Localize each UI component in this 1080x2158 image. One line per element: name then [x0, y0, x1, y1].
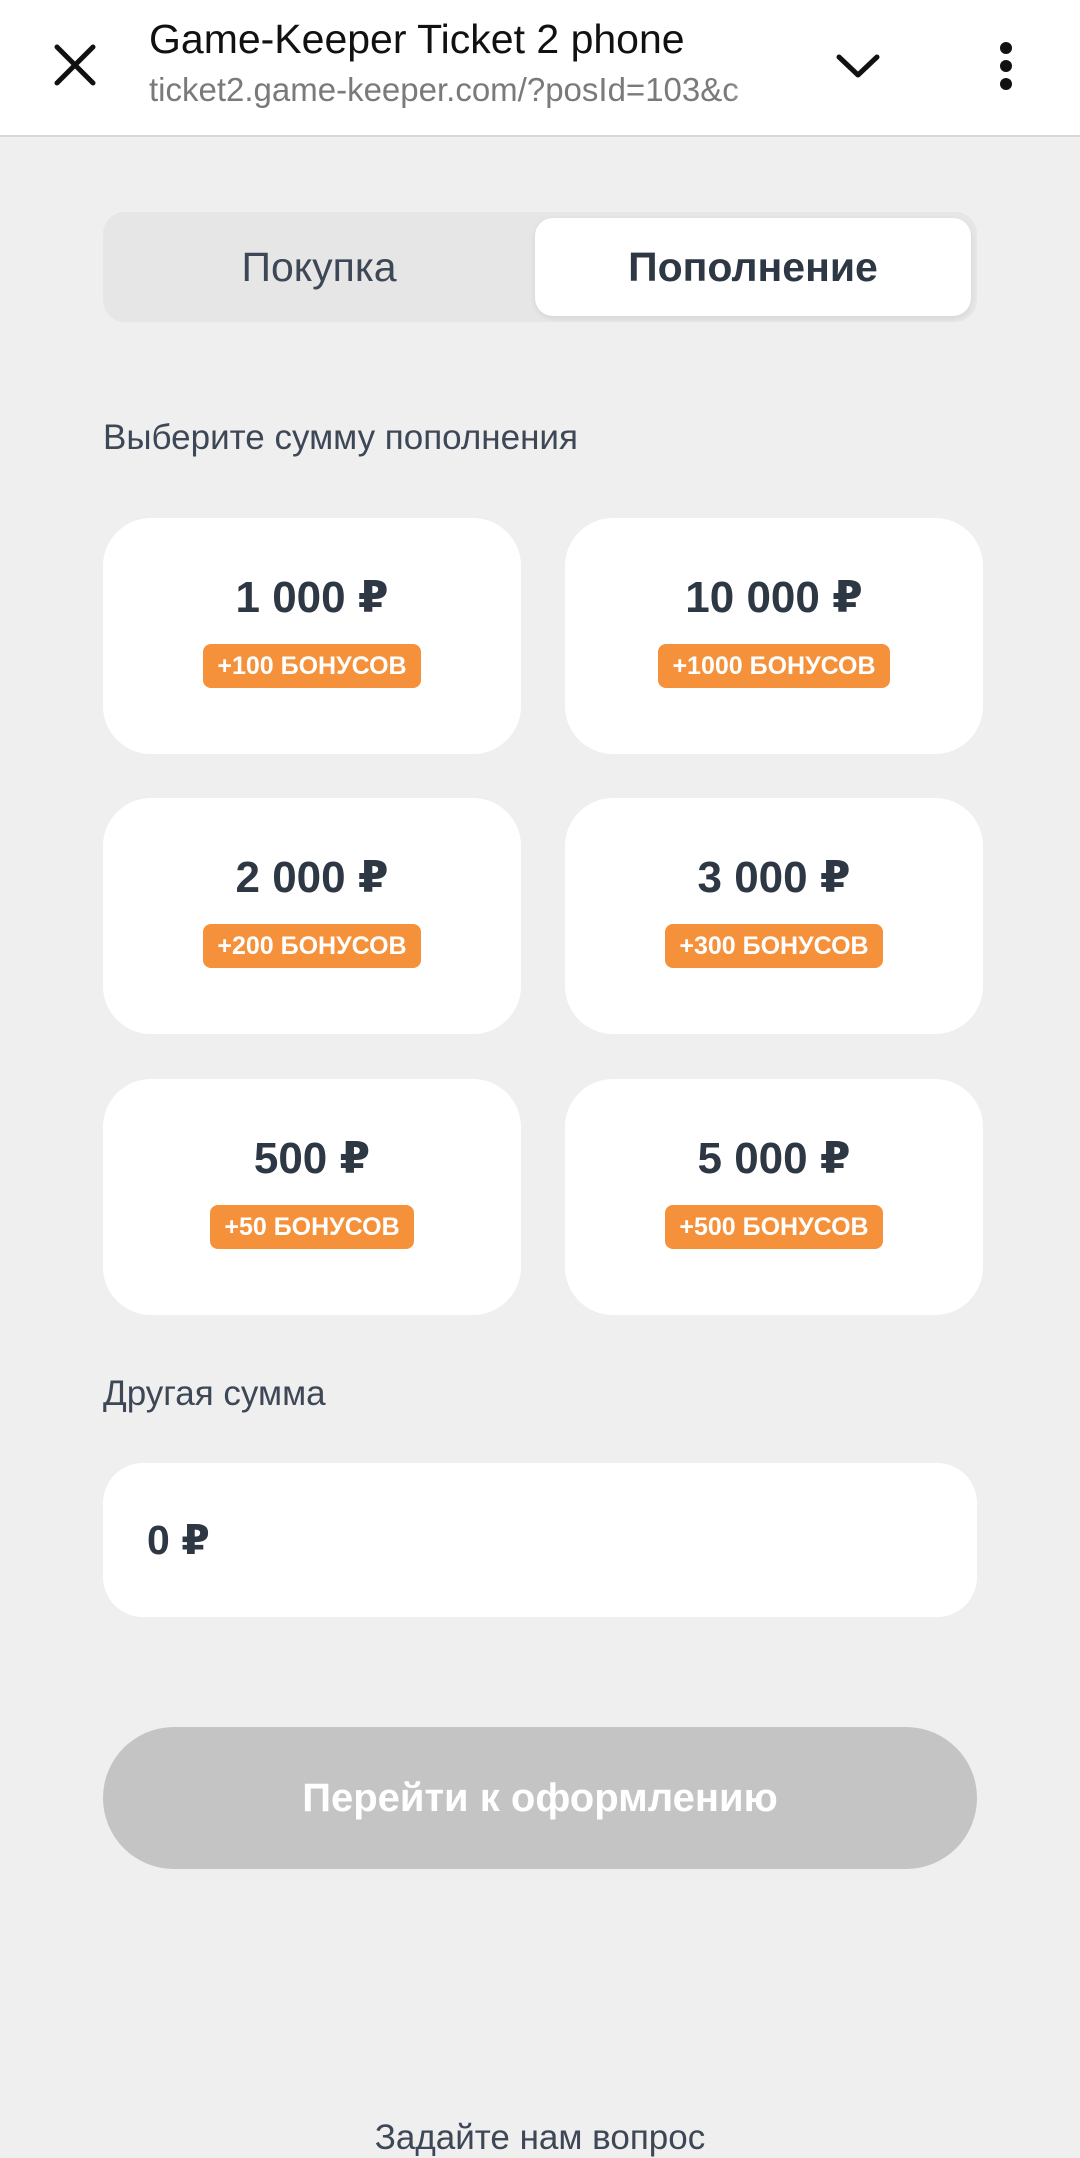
amount-option-3000[interactable]: 3 000 ₽ +300 БОНУСОВ	[565, 798, 983, 1034]
bonus-badge: +500 БОНУСОВ	[665, 1205, 883, 1249]
other-amount-label: Другая сумма	[103, 1374, 326, 1413]
more-options-button[interactable]	[980, 28, 1032, 104]
browser-toolbar: Game-Keeper Ticket 2 phone ticket2.game-…	[0, 0, 1080, 137]
tab-topup[interactable]: Пополнение	[535, 218, 971, 316]
close-button[interactable]	[40, 30, 110, 100]
mode-switcher: Покупка Пополнение	[103, 212, 977, 322]
bonus-badge: +100 БОНУСОВ	[203, 644, 421, 688]
page-url[interactable]: ticket2.game-keeper.com/?posId=103&c	[149, 68, 779, 112]
amount-option-2000[interactable]: 2 000 ₽ +200 БОНУСОВ	[103, 798, 521, 1034]
amount-value: 3 000 ₽	[697, 853, 851, 902]
bonus-badge: +50 БОНУСОВ	[210, 1205, 414, 1249]
amount-option-500[interactable]: 500 ₽ +50 БОНУСОВ	[103, 1079, 521, 1315]
bonus-badge: +1000 БОНУСОВ	[658, 644, 890, 688]
other-amount-input[interactable]: 0 ₽	[103, 1463, 977, 1617]
title-block: Game-Keeper Ticket 2 phone ticket2.game-…	[149, 14, 779, 112]
checkout-button[interactable]: Перейти к оформлению	[103, 1727, 977, 1869]
expand-button[interactable]	[820, 28, 896, 104]
chevron-down-icon	[836, 54, 880, 78]
amount-option-1000[interactable]: 1 000 ₽ +100 БОНУСОВ	[103, 518, 521, 754]
bonus-badge: +200 БОНУСОВ	[203, 924, 421, 968]
more-vertical-icon	[1000, 42, 1012, 90]
tab-purchase[interactable]: Покупка	[109, 218, 529, 316]
amount-value: 1 000 ₽	[235, 573, 389, 622]
amount-value: 500 ₽	[253, 1134, 371, 1183]
amount-value: 10 000 ₽	[685, 573, 863, 622]
ask-question-link[interactable]: Задайте нам вопрос	[0, 2118, 1080, 2158]
close-icon	[54, 44, 96, 86]
amount-section-label: Выберите сумму пополнения	[103, 418, 578, 457]
amount-value: 2 000 ₽	[235, 853, 389, 902]
page-title: Game-Keeper Ticket 2 phone	[149, 16, 685, 62]
amount-option-5000[interactable]: 5 000 ₽ +500 БОНУСОВ	[565, 1079, 983, 1315]
amount-option-10000[interactable]: 10 000 ₽ +1000 БОНУСОВ	[565, 518, 983, 754]
amount-value: 5 000 ₽	[697, 1134, 851, 1183]
bonus-badge: +300 БОНУСОВ	[665, 924, 883, 968]
